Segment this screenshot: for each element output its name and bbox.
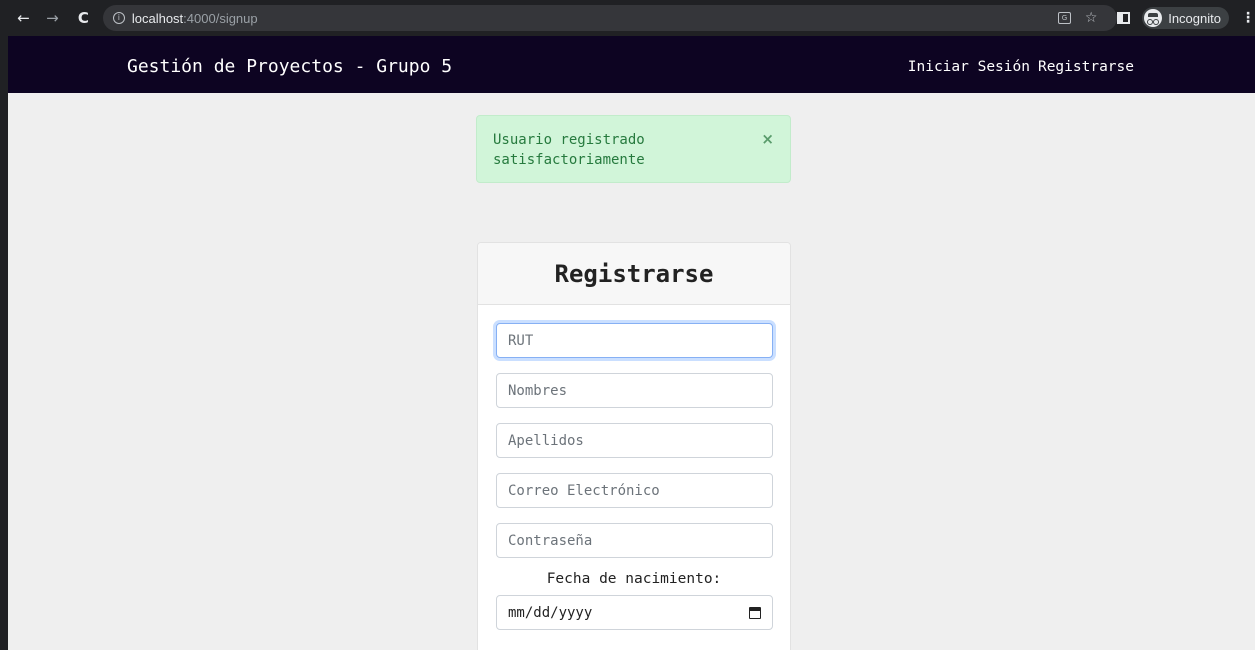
nav-links: Iniciar Sesión Registrarse [900,59,1134,75]
nombres-input[interactable] [496,373,773,408]
form-title: Registrarse [554,259,714,288]
rut-input[interactable] [496,323,773,358]
close-icon[interactable]: × [761,130,774,148]
forward-arrow-icon[interactable]: → [43,9,62,27]
window-edge [0,36,8,650]
back-arrow-icon[interactable]: ← [14,9,33,27]
url-text: localhost:4000/signup [131,10,258,26]
info-icon[interactable]: i [112,12,125,24]
success-alert: Usuario registrado satisfactoriamente × [476,115,791,183]
reload-icon[interactable]: C [74,9,93,27]
address-bar[interactable]: i localhost:4000/signup G ☆ [102,5,1118,31]
card-header: Registrarse [478,243,790,305]
password-input[interactable] [496,523,773,558]
incognito-label: Incognito [1168,10,1221,26]
incognito-badge[interactable]: Incognito [1142,7,1229,29]
brand-title[interactable]: Gestión de Proyectos - Grupo 5 [127,56,452,77]
birthdate-label: Fecha de nacimiento: [546,571,722,587]
birthdate-placeholder: mm/dd/yyyy [508,604,593,621]
app-navbar: Gestión de Proyectos - Grupo 5 Iniciar S… [8,36,1255,93]
kebab-menu-icon[interactable]: ⋮ [1241,10,1255,26]
page: Gestión de Proyectos - Grupo 5 Iniciar S… [8,36,1255,650]
nav-link-signup[interactable]: Registrarse [1038,59,1134,75]
translate-icon[interactable]: G [1057,12,1071,24]
bookmark-star-icon[interactable]: ☆ [1085,10,1098,26]
side-panel-icon[interactable] [1117,12,1131,24]
calendar-icon[interactable] [749,606,761,619]
card-body: Fecha de nacimiento: mm/dd/yyyy [478,305,790,630]
email-input[interactable] [496,473,773,508]
signup-card: Registrarse Fecha de nacimiento: mm/dd/y… [477,242,791,650]
birthdate-input[interactable]: mm/dd/yyyy [496,595,773,630]
apellidos-input[interactable] [496,423,773,458]
incognito-icon [1144,9,1163,27]
browser-toolbar: ← → C i localhost:4000/signup G ☆ Incogn… [0,0,1255,36]
alert-message: Usuario registrado satisfactoriamente [493,132,645,168]
nav-link-login[interactable]: Iniciar Sesión [908,59,1030,75]
